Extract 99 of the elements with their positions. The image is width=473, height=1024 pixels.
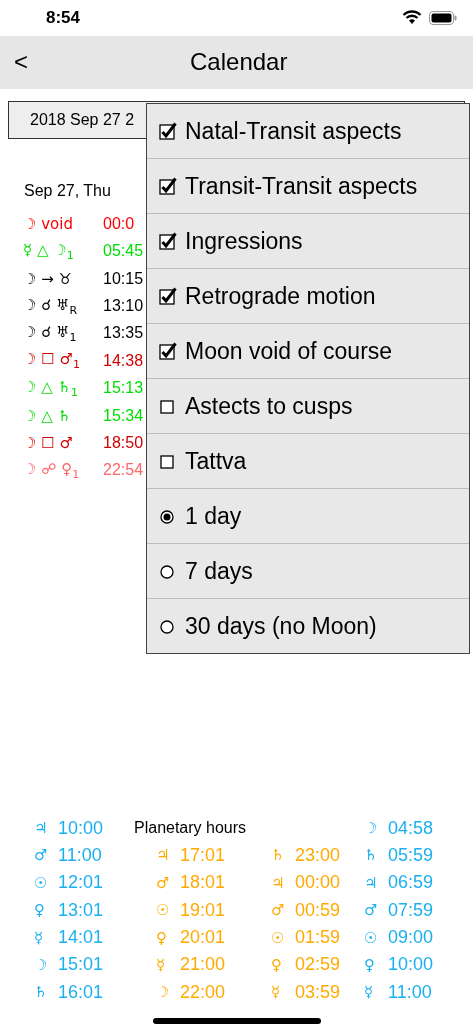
menu-item[interactable]: Ingressions (147, 214, 469, 270)
planet-symbol: ☿ (271, 983, 282, 1002)
hour-time: 11:00 (58, 844, 102, 866)
hour-time: 07:59 (388, 899, 434, 921)
hour-time: 03:59 (295, 981, 341, 1003)
hour-time: 15:01 (58, 954, 104, 976)
menu-item[interactable]: Retrograde motion (147, 269, 469, 325)
hour-time: 05:59 (388, 844, 434, 866)
wifi-icon (402, 10, 422, 26)
checked-checkbox-icon[interactable] (159, 232, 177, 251)
back-button[interactable]: < (14, 48, 28, 77)
selected-radio-icon[interactable] (159, 507, 177, 526)
menu-item[interactable]: Astects to cusps (147, 379, 469, 435)
hour-time: 22:00 (180, 981, 226, 1003)
event-time: 18:50 (103, 433, 144, 452)
planet-symbol: ☿ (156, 955, 167, 974)
planet-symbol: ☽ (34, 955, 49, 974)
aspect-symbols: ☽ ☐ ♂ (23, 433, 74, 452)
menu-item[interactable]: Tattva (147, 434, 469, 490)
planet-symbol: ♄ (271, 846, 286, 865)
planet-symbol: ♃ (364, 873, 379, 892)
planet-symbol: ♂ (34, 846, 49, 865)
checked-checkbox-icon[interactable] (159, 177, 177, 196)
aspect-symbols: ☽ ☌ ♅$_{1}$ (23, 322, 78, 344)
event-time: 10:15 (103, 269, 144, 288)
hour-time: 20:01 (180, 927, 226, 949)
planet-symbol: ♀ (156, 928, 168, 947)
checked-checkbox-icon[interactable] (159, 342, 177, 361)
planet-symbol: ♀ (34, 901, 46, 920)
aspect-symbols: ☽ ☌ ♅$_{R}$ (23, 295, 79, 317)
planet-symbol: ☉ (156, 901, 171, 920)
checkbox-icon[interactable] (159, 452, 177, 471)
hour-time: 12:01 (58, 872, 104, 894)
hour-time: 10:00 (388, 954, 434, 976)
planet-symbol: ♃ (34, 819, 49, 837)
planet-symbol: ♃ (156, 846, 171, 865)
aspect-symbols: ☿ △ ☽$_{1}$ (23, 240, 75, 262)
event-time: 14:38 (103, 351, 144, 370)
hour-time: 02:59 (295, 954, 341, 976)
menu-item[interactable]: Natal-Transit aspects (147, 104, 469, 160)
hour-time: 06:59 (388, 872, 434, 894)
checked-checkbox-icon[interactable] (159, 122, 177, 141)
status-time: 8:54 (46, 7, 81, 28)
menu-item[interactable]: Moon void of course (147, 324, 469, 380)
hour-time: 11:00 (388, 981, 432, 1003)
hour-time: 04:58 (388, 817, 434, 839)
menu-item[interactable]: 1 day (147, 489, 469, 545)
hour-time: 10:00 (58, 817, 104, 839)
event-time: 13:10 (103, 297, 144, 315)
event-time: 13:35 (103, 324, 144, 343)
day-heading: Sep 27, Thu (24, 182, 111, 201)
hour-time: 18:01 (180, 872, 226, 894)
hour-time: 09:00 (388, 927, 434, 949)
aspect-symbols: ☽ △ ♄$_{1}$ (23, 377, 79, 399)
hour-time: 19:01 (180, 899, 226, 921)
planet-symbol: ♂ (271, 901, 286, 920)
event-time: 22:54 (103, 461, 144, 480)
planet-symbol: ☉ (364, 928, 379, 947)
planet-symbol: ☽ (364, 819, 379, 837)
event-time: 05:45 (103, 242, 144, 261)
aspect-symbols: ☽ → ♉ (23, 269, 73, 288)
planet-symbol: ♂ (156, 873, 171, 892)
event-time: 15:34 (103, 406, 144, 425)
hour-time: 21:00 (180, 954, 226, 976)
planet-symbol: ♄ (34, 983, 49, 1002)
menu-item[interactable]: 30 days (no Moon) (147, 599, 469, 654)
radio-icon[interactable] (159, 617, 177, 636)
planetary-hours-title: Planetary hours (134, 818, 248, 838)
hour-time: 23:00 (295, 844, 341, 866)
planet-symbol: ☽ (156, 983, 171, 1002)
screen-title: Calendar (190, 48, 288, 77)
event-time: 00:0 (103, 214, 135, 233)
planet-symbol: ♀ (364, 955, 376, 974)
planet-symbol: ♂ (364, 901, 379, 920)
planet-symbol: ♄ (364, 846, 379, 865)
hour-time: 00:59 (295, 899, 341, 921)
hour-time: 16:01 (58, 981, 104, 1003)
hour-time: 00:00 (295, 872, 341, 894)
hour-time: 14:01 (58, 927, 104, 949)
aspect-symbols: ☽ ☍ ♀$_{1}$ (23, 459, 81, 481)
aspect-symbols: ☽ ☐ ♂$_{1}$ (23, 350, 81, 372)
planet-symbol: ♀ (271, 955, 283, 974)
hour-time: 01:59 (295, 927, 341, 949)
battery-icon (429, 10, 457, 25)
hour-time: 13:01 (58, 899, 104, 921)
checked-checkbox-icon[interactable] (159, 287, 177, 306)
planet-symbol: ♃ (271, 873, 286, 892)
menu-item[interactable]: Transit-Transit aspects (147, 159, 469, 215)
hour-time: 17:01 (180, 844, 226, 866)
planet-symbol: ☉ (271, 928, 286, 947)
planet-symbol: ☉ (34, 873, 49, 892)
aspect-symbols: ☽ △ ♄ (23, 406, 72, 425)
checkbox-icon[interactable] (159, 397, 177, 416)
aspect-symbols: ☽ void (23, 214, 74, 233)
planet-symbol: ☿ (364, 983, 375, 1002)
planet-symbol: ☿ (34, 928, 45, 947)
event-time: 15:13 (103, 379, 144, 398)
menu-item[interactable]: 7 days (147, 544, 469, 600)
radio-icon[interactable] (159, 562, 177, 581)
